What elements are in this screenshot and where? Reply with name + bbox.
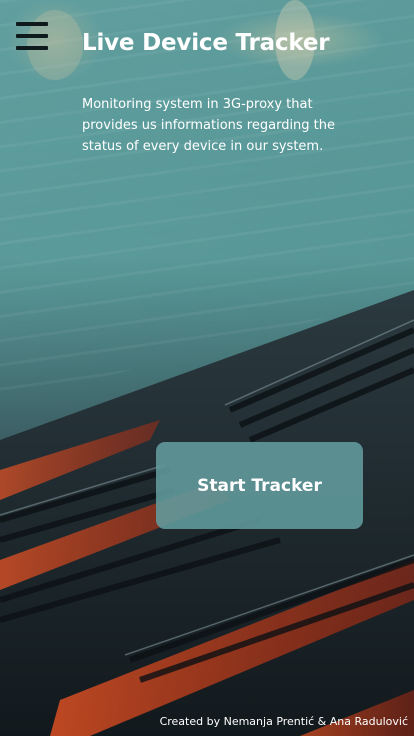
menu-bar-middle <box>16 34 48 38</box>
hamburger-menu-icon[interactable] <box>16 22 48 50</box>
menu-bar-top <box>16 22 48 26</box>
page-title: Live Device Tracker <box>82 30 330 56</box>
page-description: Monitoring system in 3G-proxy that provi… <box>82 97 336 154</box>
content-layer: Live Device Tracker Monitoring system in… <box>0 0 414 736</box>
app-screen: Live Device Tracker Monitoring system in… <box>0 0 414 736</box>
menu-bar-bottom <box>16 46 48 50</box>
start-tracker-button[interactable]: Start Tracker <box>156 442 363 529</box>
credits-footer: Created by Nemanja Prentić & Ana Radulov… <box>159 715 408 728</box>
